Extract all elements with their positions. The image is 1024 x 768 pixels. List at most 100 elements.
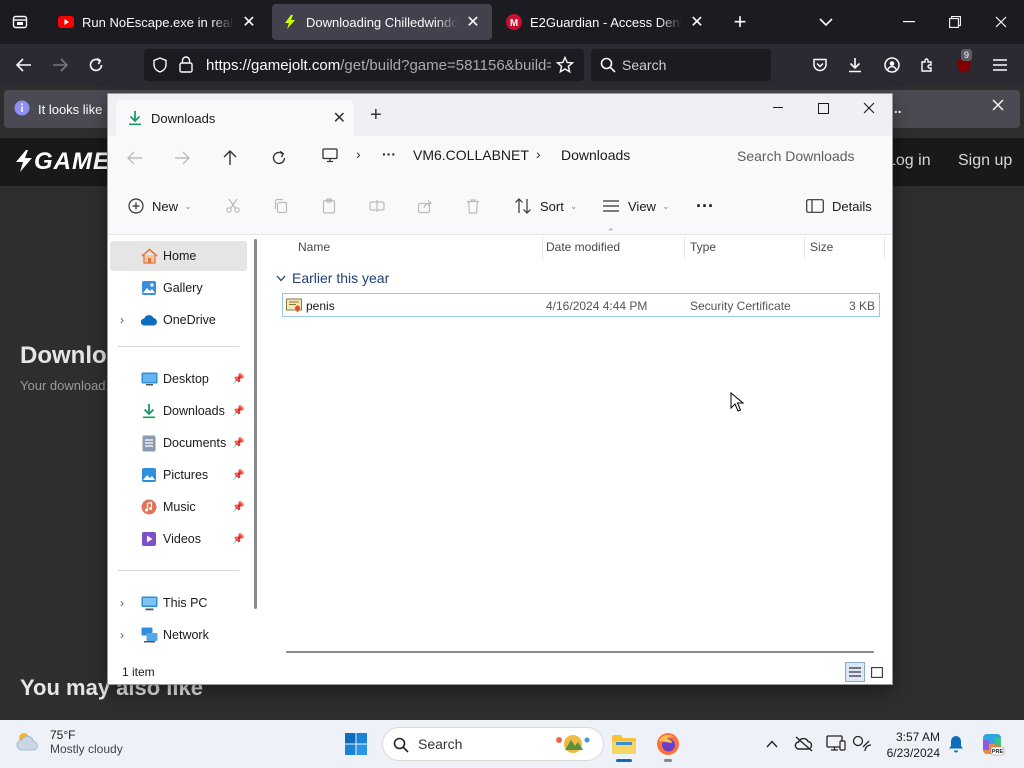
new-button[interactable]: New ⌄ bbox=[128, 191, 192, 221]
tab-close-button[interactable]: ✕ bbox=[240, 12, 258, 32]
weather-widget[interactable]: 75°F Mostly cloudy bbox=[14, 728, 123, 756]
signup-link[interactable]: Sign up bbox=[958, 152, 1012, 170]
pin-icon[interactable]: 📌 bbox=[232, 470, 244, 481]
pin-icon[interactable]: 📌 bbox=[232, 502, 244, 513]
close-browser-button[interactable] bbox=[978, 0, 1024, 44]
firefox-view-button[interactable] bbox=[8, 10, 32, 34]
sidebar-item-onedrive[interactable]: › OneDrive bbox=[110, 305, 247, 335]
explorer-up-button[interactable] bbox=[216, 144, 244, 172]
sort-button[interactable]: Sort ⌄ bbox=[514, 191, 577, 221]
explorer-address-bar[interactable]: › ··· VM6.COLLABNET › Downloads bbox=[308, 140, 716, 172]
chevron-right-icon[interactable]: › bbox=[120, 313, 124, 327]
cut-button[interactable] bbox=[223, 196, 243, 216]
copy-button[interactable] bbox=[271, 196, 291, 216]
sidebar-item-videos[interactable]: Videos 📌 bbox=[110, 524, 247, 554]
bookmark-star-icon[interactable] bbox=[555, 55, 575, 77]
new-tab-button[interactable]: + bbox=[728, 9, 752, 34]
tiles-view-button[interactable] bbox=[868, 663, 886, 681]
list-all-tabs-button[interactable] bbox=[814, 10, 838, 34]
sidebar-item-desktop[interactable]: Desktop 📌 bbox=[110, 364, 247, 394]
restore-browser-button[interactable] bbox=[932, 0, 978, 44]
pocket-button[interactable] bbox=[808, 53, 832, 77]
paste-button[interactable] bbox=[319, 196, 339, 216]
sidebar-item-this-pc[interactable]: › This PC bbox=[110, 588, 247, 618]
sidebar-scrollbar[interactable] bbox=[254, 239, 257, 609]
show-hidden-icons-button[interactable] bbox=[756, 728, 788, 760]
group-header[interactable]: Earlier this year bbox=[276, 270, 389, 286]
delete-button[interactable] bbox=[463, 196, 483, 216]
explorer-minimize-button[interactable] bbox=[755, 94, 801, 122]
start-button[interactable] bbox=[340, 728, 372, 760]
tab-close-button[interactable]: ✕ bbox=[688, 12, 706, 32]
app-menu-button[interactable] bbox=[988, 53, 1012, 77]
forward-button[interactable] bbox=[48, 53, 72, 77]
breadcrumb-more-button[interactable]: ··· bbox=[382, 146, 396, 162]
explorer-refresh-button[interactable] bbox=[265, 144, 293, 172]
login-link[interactable]: Log in bbox=[887, 152, 931, 170]
sidebar-item-music[interactable]: Music 📌 bbox=[110, 492, 247, 522]
sidebar-item-pictures[interactable]: Pictures 📌 bbox=[110, 460, 247, 490]
onedrive-sync-button[interactable] bbox=[788, 728, 820, 760]
sidebar-item-downloads[interactable]: Downloads 📌 bbox=[110, 396, 247, 426]
horizontal-scrollbar[interactable] bbox=[286, 651, 874, 653]
file-row[interactable]: penis 4/16/2024 4:44 PM Security Certifi… bbox=[282, 293, 880, 317]
view-button[interactable]: View ⌄ bbox=[602, 191, 670, 221]
explorer-tab-close-button[interactable]: ✕ bbox=[333, 108, 346, 128]
sidebar-item-gallery[interactable]: Gallery bbox=[110, 273, 247, 303]
extensions-button[interactable] bbox=[916, 53, 940, 77]
pin-icon[interactable]: 📌 bbox=[232, 438, 244, 449]
minimize-browser-button[interactable] bbox=[886, 0, 932, 44]
pin-icon[interactable]: 📌 bbox=[232, 374, 244, 385]
sidebar-item-home[interactable]: Home bbox=[110, 241, 247, 271]
explorer-new-tab-button[interactable]: + bbox=[370, 104, 382, 127]
notifications-button[interactable] bbox=[940, 728, 972, 760]
chevron-right-icon[interactable]: › bbox=[120, 596, 124, 610]
url-bar[interactable]: https://gamejolt.com/get/build?game=5811… bbox=[144, 49, 584, 81]
network-status-button[interactable] bbox=[846, 728, 878, 760]
details-pane-button[interactable]: Details bbox=[806, 191, 872, 221]
column-divider[interactable] bbox=[884, 237, 885, 259]
system-clock[interactable]: 3:57 AM 6/23/2024 bbox=[876, 729, 940, 761]
see-more-button[interactable]: ··· bbox=[696, 191, 714, 221]
browser-tab-youtube[interactable]: Run NoEscape.exe in real PC is ✕ bbox=[48, 4, 268, 40]
column-header-date[interactable]: Date modified bbox=[546, 240, 620, 254]
copilot-button[interactable]: PRE bbox=[976, 728, 1008, 760]
ublock-extension-button[interactable]: 9 bbox=[952, 49, 976, 77]
breadcrumb-segment-downloads[interactable]: Downloads bbox=[561, 147, 630, 163]
share-button[interactable] bbox=[415, 196, 435, 216]
gamejolt-logo[interactable]: GAME bbox=[14, 148, 110, 176]
breadcrumb-segment-vm6[interactable]: VM6.COLLABNET bbox=[413, 147, 529, 163]
sidebar-item-network[interactable]: › Network bbox=[110, 620, 247, 650]
account-button[interactable] bbox=[880, 53, 904, 77]
reload-button[interactable] bbox=[84, 53, 108, 77]
pin-icon[interactable]: 📌 bbox=[232, 406, 244, 417]
back-button[interactable] bbox=[12, 53, 36, 77]
column-header-name[interactable]: Name bbox=[298, 240, 330, 254]
pin-icon[interactable]: 📌 bbox=[232, 534, 244, 545]
browser-search-bar[interactable]: Search bbox=[591, 49, 771, 81]
browser-tab-gamejolt[interactable]: Downloading Chilledwindows ✕ bbox=[272, 4, 492, 40]
column-header-type[interactable]: Type bbox=[690, 240, 716, 254]
column-divider[interactable] bbox=[684, 237, 685, 259]
explorer-back-button[interactable] bbox=[121, 144, 149, 172]
tab-close-button[interactable]: ✕ bbox=[464, 12, 482, 32]
details-view-button[interactable] bbox=[845, 662, 865, 682]
explorer-forward-button[interactable] bbox=[168, 144, 196, 172]
sidebar-item-documents[interactable]: Documents 📌 bbox=[110, 428, 247, 458]
downloads-button[interactable] bbox=[843, 53, 867, 77]
taskbar-firefox[interactable] bbox=[652, 728, 684, 762]
column-divider[interactable] bbox=[804, 237, 805, 259]
explorer-maximize-button[interactable] bbox=[800, 94, 846, 122]
taskbar-search-box[interactable]: Search bbox=[382, 727, 604, 761]
column-divider[interactable] bbox=[542, 237, 543, 259]
lock-icon[interactable] bbox=[179, 56, 193, 76]
explorer-search-box[interactable]: Search Downloads bbox=[722, 140, 890, 172]
browser-tab-e2guardian[interactable]: M E2Guardian - Access Denied ✕ bbox=[496, 4, 716, 40]
rename-button[interactable] bbox=[367, 196, 387, 216]
explorer-close-button[interactable] bbox=[846, 94, 892, 122]
column-header-size[interactable]: Size bbox=[810, 240, 833, 254]
explorer-tab-downloads[interactable]: Downloads ✕ bbox=[116, 100, 354, 136]
taskbar-file-explorer[interactable] bbox=[608, 728, 640, 762]
shield-icon[interactable] bbox=[152, 57, 168, 76]
chevron-right-icon[interactable]: › bbox=[120, 628, 124, 642]
